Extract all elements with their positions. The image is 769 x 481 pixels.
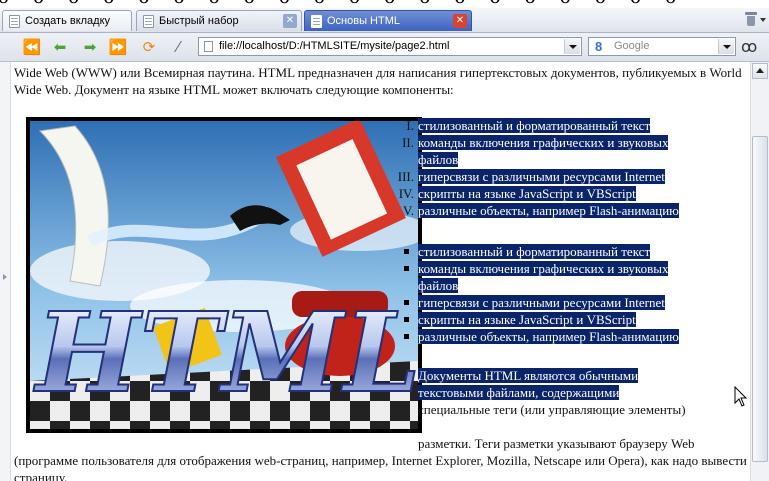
reload-icon[interactable]: ⟳ (139, 37, 159, 57)
selected-text: Документы HTML являются обычными (418, 368, 639, 383)
paragraph-text: специальные теги (или управляющие элемен… (418, 402, 686, 417)
page-icon (311, 15, 322, 28)
html-illustration: HTML (30, 121, 418, 429)
scroll-up-button[interactable] (752, 63, 768, 79)
bullet-icon (404, 334, 409, 339)
bullet-icon (404, 266, 409, 271)
tab-label: Быстрый набор (159, 15, 239, 27)
rewind-icon[interactable]: ⏪ (22, 37, 42, 57)
close-tab-icon[interactable]: ✕ (453, 14, 467, 28)
glasses-icon[interactable]: ꝏ (741, 37, 757, 57)
selected-text: текстовыми файлами, содержащими (418, 385, 620, 400)
clipped-top-text: ᴗ ᴖ ᴗ ᴖ ᴗ ᴖ ᴗ ᴖ ᴗ ᴖ ᴗ ᴖ ᴗ ᴖ ᴗ ᴖ ᴗ ᴖ ᴗ ᴖ … (0, 0, 769, 8)
close-tab-icon[interactable]: ✕ (283, 14, 297, 28)
tab-label: Создать вкладку (25, 15, 111, 27)
page-icon (204, 41, 213, 52)
search-field[interactable]: 8 Google (588, 37, 736, 56)
list-item: команды включения графических и звуковых (418, 135, 669, 150)
list-marker: II. (402, 135, 414, 150)
intro-paragraph: Wide Web (WWW) или Всемирная паутина. HT… (14, 65, 742, 97)
fast-forward-icon[interactable]: ⏩ (108, 37, 128, 57)
page-icon (143, 15, 154, 28)
list-item: файлов (418, 152, 459, 167)
trash-icon[interactable] (745, 12, 757, 26)
tab-label: Основы HTML (327, 15, 400, 27)
navigation-toolbar: ⏪ ⬅ ➡ ⏩ ⟳ ⁄ file://localhost/D:/HTMLSITE… (0, 33, 769, 62)
tab-html-basics[interactable]: Основы HTML ✕ (304, 10, 472, 31)
mouse-cursor-icon (734, 386, 748, 407)
list-marker: III. (397, 169, 414, 184)
tab-bar: Создать вкладку Быстрый набор ✕ Основы H… (0, 8, 769, 33)
search-placeholder: Google (614, 40, 650, 52)
list-item: различные объекты, например Flash-анимац… (418, 203, 679, 218)
url-text: file://localhost/D:/HTMLSITE/mysite/page… (219, 40, 450, 52)
list-item: гиперсвязи с различными ресурсами Intern… (418, 295, 665, 310)
tab-speed-dial[interactable]: Быстрый набор ✕ (136, 10, 302, 31)
address-dropdown[interactable] (564, 39, 580, 54)
paragraph-html-documents: Документы HTML являются обычными текстов… (418, 367, 750, 418)
chevron-down-icon[interactable] (760, 18, 766, 22)
back-icon[interactable]: ⬅ (50, 37, 70, 57)
list-item: скрипты на языке JavaScript и VBScript (418, 186, 636, 201)
bullet-icon (404, 317, 409, 322)
list-marker: IV. (398, 186, 414, 201)
scrollbar-thumb[interactable] (752, 136, 768, 462)
google-icon: 8 (595, 39, 603, 54)
forward-icon[interactable]: ➡ (80, 37, 100, 57)
list-item: различные объекты, например Flash-анимац… (418, 329, 679, 344)
list-marker: V. (403, 203, 414, 218)
address-field[interactable]: file://localhost/D:/HTMLSITE/mysite/page… (198, 37, 582, 56)
bullet-icon (404, 249, 409, 254)
vertical-scrollbar[interactable] (750, 62, 769, 481)
page-icon (9, 15, 20, 28)
paragraph-markup: разметки. Теги разметки указывают браузе… (14, 436, 747, 481)
list-marker: I. (406, 118, 414, 133)
list-item: стилизованный и форматированный текст (418, 118, 651, 133)
html-image: HTML (26, 117, 422, 433)
html-logo-text: HTML (33, 288, 418, 417)
list-item: гиперсвязи с различными ресурсами Intern… (418, 169, 665, 184)
list-item: стилизованный и форматированный текст (418, 244, 651, 259)
list-item: команды включения графических и звуковых (418, 261, 669, 276)
bullet-icon (404, 300, 409, 305)
page-content: Wide Web (WWW) или Всемирная паутина. HT… (10, 62, 756, 481)
search-engine-dropdown[interactable] (718, 39, 734, 54)
tab-new[interactable]: Создать вкладку (2, 10, 132, 31)
list-item: скрипты на языке JavaScript и VBScript (418, 312, 636, 327)
list-item: файлов (418, 278, 459, 293)
edit-icon[interactable]: ⁄ (168, 37, 188, 57)
